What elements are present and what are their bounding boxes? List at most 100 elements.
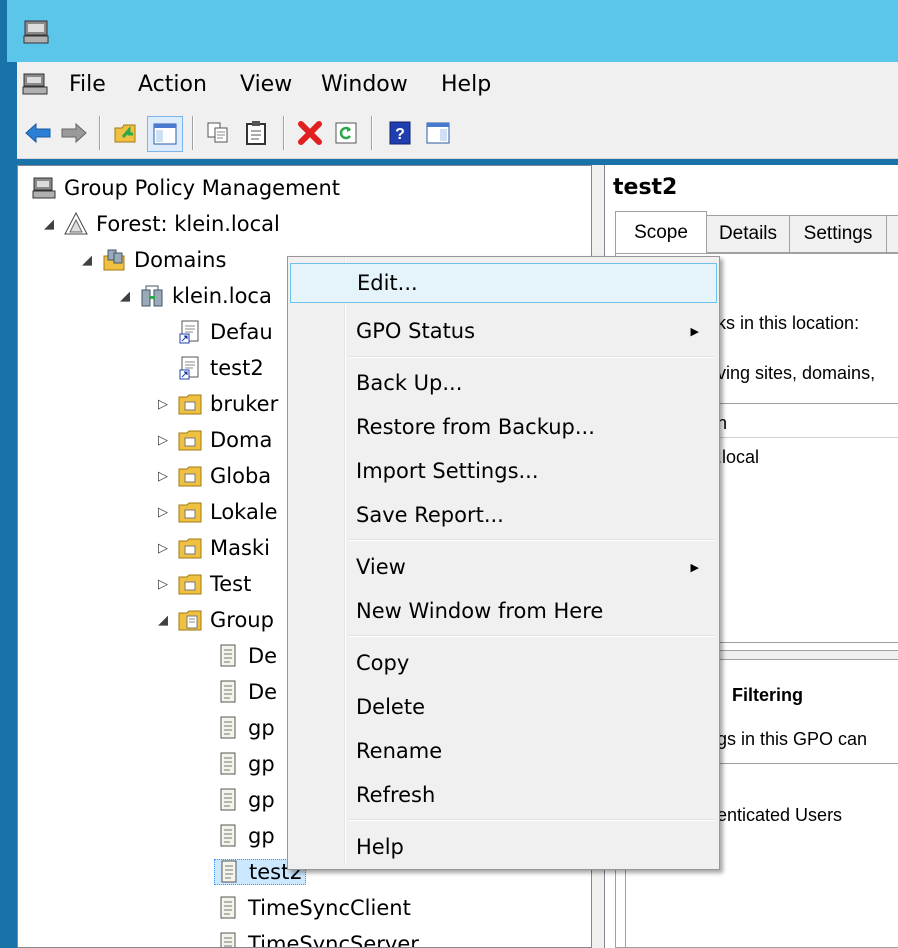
submenu-arrow-icon: ▶ [690, 560, 699, 574]
menu-item-restore-from-backup[interactable]: Restore from Backup... [290, 407, 717, 447]
collapse-arrow-icon[interactable]: ◢ [80, 253, 94, 268]
tree-node-gpo[interactable]: gp [216, 819, 275, 853]
tree-node-gpo[interactable]: gp [216, 783, 275, 817]
tree-node-gpo[interactable]: De [216, 675, 277, 709]
menu-action[interactable]: Action [138, 72, 207, 97]
toolbar-separator [371, 116, 373, 150]
domain-icon [140, 284, 164, 308]
expand-arrow-icon[interactable]: ▷ [156, 505, 170, 520]
tree-label: TimeSyncServer [248, 932, 419, 948]
up-folder-icon[interactable] [109, 116, 143, 150]
tab-settings[interactable]: Settings [789, 215, 887, 253]
domains-icon [102, 248, 126, 272]
gpo-container-icon [178, 608, 202, 632]
expand-arrow-icon[interactable]: ▷ [156, 397, 170, 412]
tree-label: TimeSyncClient [248, 896, 411, 920]
tree-label: Group [210, 608, 274, 632]
tab-overflow[interactable] [886, 215, 898, 253]
menu-file[interactable]: File [69, 72, 106, 97]
ou-folder-icon [178, 572, 202, 596]
collapse-arrow-icon[interactable]: ◢ [118, 289, 132, 304]
tree-label: Group Policy Management [64, 176, 341, 200]
back-arrow-icon[interactable] [21, 116, 55, 150]
menu-item-import-settings[interactable]: Import Settings... [290, 451, 717, 491]
forest-icon [64, 212, 88, 236]
tree-label: De [248, 644, 278, 668]
tree-node-group-policy-objects[interactable]: ◢ Group [156, 603, 274, 637]
tree-node-ou[interactable]: ▷ Doma [156, 423, 272, 457]
tree-node-gpo[interactable]: De [216, 639, 277, 673]
links-row-location[interactable]: .local [717, 447, 759, 468]
forward-arrow-icon[interactable] [57, 116, 91, 150]
tree-node-domain-klein-local[interactable]: ◢ klein.loca [118, 279, 272, 313]
expand-arrow-icon[interactable]: ▷ [156, 541, 170, 556]
gpo-scroll-icon [216, 644, 240, 668]
tree-node-ou[interactable]: ▷ Lokale [156, 495, 278, 529]
gpo-scroll-icon [216, 716, 240, 740]
show-hide-tree-icon[interactable] [147, 116, 183, 152]
tree-node-ou[interactable]: ▷ Globa [156, 459, 271, 493]
tree-node-ou[interactable]: ▷ bruker [156, 387, 278, 421]
gpo-link-icon [178, 356, 202, 380]
menu-item-rename[interactable]: Rename [290, 731, 717, 771]
tree-node-forest[interactable]: ◢ Forest: klein.local [42, 207, 280, 241]
menu-item-save-report[interactable]: Save Report... [290, 495, 717, 535]
tree-label: Defau [210, 320, 273, 344]
menu-help[interactable]: Help [441, 72, 491, 97]
ou-folder-icon [178, 428, 202, 452]
tab-details[interactable]: Details [706, 215, 790, 253]
collapse-arrow-icon[interactable]: ◢ [42, 217, 56, 232]
tree-node-gpo[interactable]: gp [216, 711, 275, 745]
tree-label: Maski [210, 536, 270, 560]
tree-node-ou[interactable]: ▷ Maski [156, 531, 270, 565]
menu-item-copy[interactable]: Copy [290, 643, 717, 683]
menu-separator [348, 356, 714, 358]
sites-label: ving sites, domains, [717, 363, 876, 383]
tree-node-gpo-link[interactable]: Defau [178, 315, 273, 349]
expand-arrow-icon[interactable]: ▷ [156, 469, 170, 484]
tree-label: klein.loca [172, 284, 272, 308]
gpo-scroll-icon [216, 824, 240, 848]
tree-label: test2 [210, 356, 264, 380]
action-pane-icon[interactable] [421, 116, 455, 150]
title-bar[interactable] [7, 0, 898, 62]
paste-icon[interactable] [239, 116, 273, 150]
toolbar-separator [99, 116, 101, 150]
tree-node-gpo[interactable]: TimeSyncServer [216, 927, 419, 948]
tree-node-domains[interactable]: ◢ Domains [80, 243, 226, 277]
gpo-scroll-icon [216, 788, 240, 812]
menu-item-edit[interactable]: Edit... [290, 263, 717, 303]
tree-node-gpo[interactable]: TimeSyncClient [216, 891, 411, 925]
expand-arrow-icon[interactable]: ▷ [156, 577, 170, 592]
copy-icon[interactable] [201, 116, 235, 150]
menu-item-view[interactable]: View ▶ [290, 547, 717, 587]
filtering-row-authenticated-users[interactable]: enticated Users [717, 805, 842, 826]
menu-item-new-window-from-here[interactable]: New Window from Here [290, 591, 717, 631]
delete-icon[interactable] [293, 116, 327, 150]
menu-separator [348, 539, 714, 541]
refresh-icon[interactable] [329, 116, 363, 150]
tree-label: gp [248, 788, 275, 812]
tree-node-gpo[interactable]: gp [216, 747, 275, 781]
console-app-icon[interactable] [22, 18, 50, 46]
tree-label: bruker [210, 392, 279, 416]
menu-item-gpo-status[interactable]: GPO Status ▶ [290, 311, 717, 351]
tree-node-group-policy-management[interactable]: Group Policy Management [32, 171, 340, 205]
menu-window[interactable]: Window [321, 72, 408, 97]
tree-node-gpo-link[interactable]: test2 [178, 351, 264, 385]
console-menu-icon[interactable] [22, 72, 48, 101]
menu-item-back-up[interactable]: Back Up... [290, 363, 717, 403]
tab-scope[interactable]: Scope [615, 211, 707, 253]
menu-item-delete[interactable]: Delete [290, 687, 717, 727]
menu-view[interactable]: View [240, 72, 292, 97]
expand-arrow-icon[interactable]: ▷ [156, 433, 170, 448]
tree-label: De [248, 680, 278, 704]
links-label: ks in this location: [717, 313, 860, 333]
help-icon[interactable]: ? [383, 116, 417, 150]
gpo-scroll-icon [216, 680, 240, 704]
ou-folder-icon [178, 464, 202, 488]
collapse-arrow-icon[interactable]: ◢ [156, 613, 170, 628]
menu-item-refresh[interactable]: Refresh [290, 775, 717, 815]
menu-item-help[interactable]: Help [290, 827, 717, 867]
tree-node-ou[interactable]: ▷ Test [156, 567, 251, 601]
